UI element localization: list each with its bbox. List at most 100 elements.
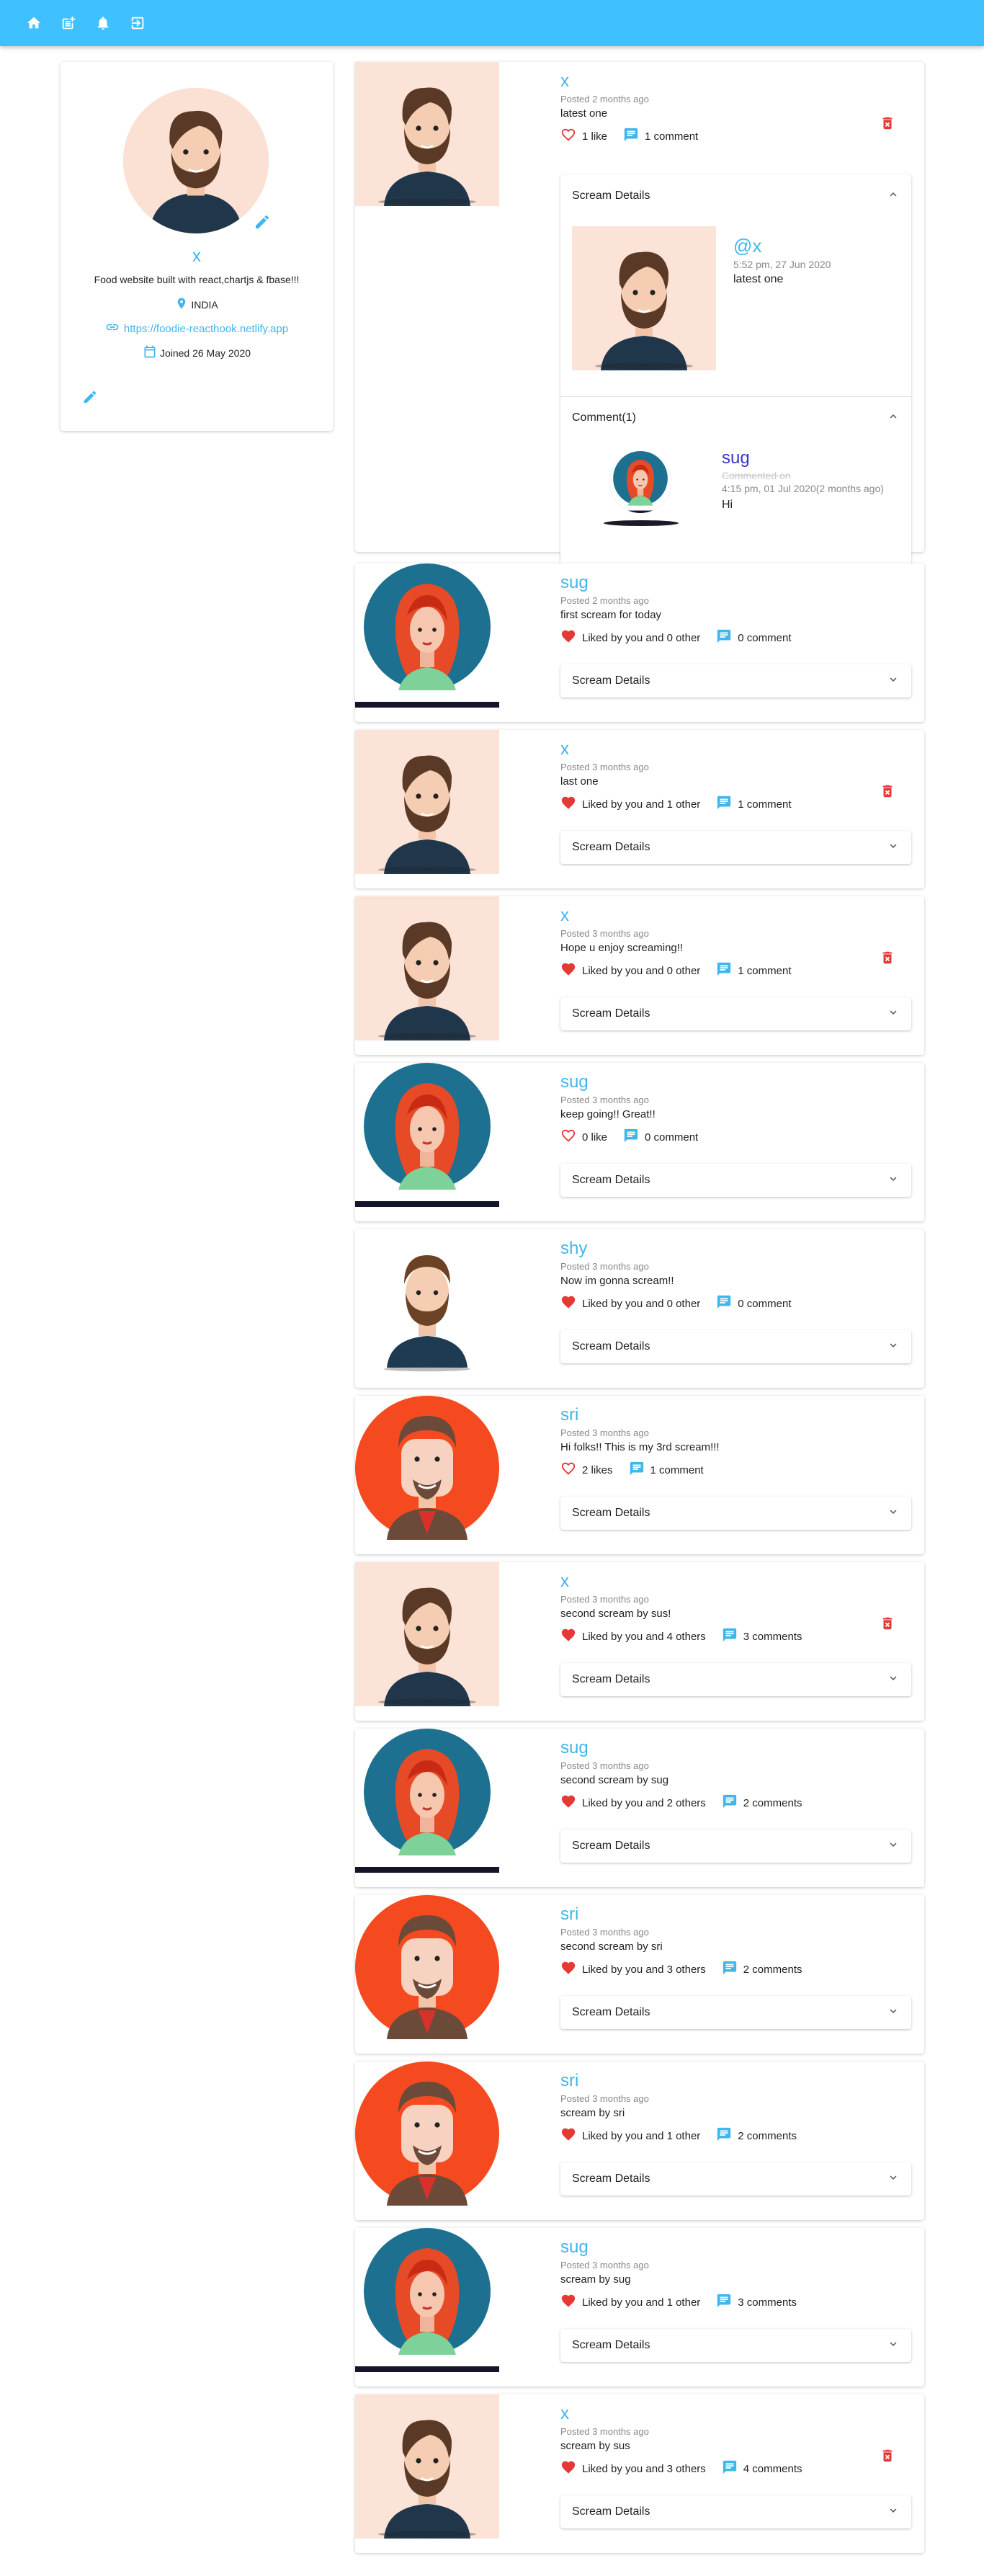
scream-details-toggle[interactable]: Scream Details: [560, 831, 911, 864]
website-link[interactable]: https://foodie-reacthook.netlify.app: [124, 323, 288, 335]
scream-handle[interactable]: sri: [560, 1904, 911, 1925]
chevron-down-icon[interactable]: [887, 2171, 900, 2188]
scream-details-toggle[interactable]: Scream Details: [560, 1330, 911, 1363]
scream-handle[interactable]: sri: [560, 1404, 911, 1426]
chevron-down-icon[interactable]: [887, 2337, 900, 2354]
scream-handle[interactable]: x: [560, 1571, 911, 1592]
scream-handle[interactable]: x: [560, 905, 911, 927]
scream-avatar[interactable]: [355, 2062, 499, 2206]
comment-count: 0 comment: [738, 631, 792, 644]
scream-avatar[interactable]: [355, 1063, 499, 1207]
scream-body: second scream by sri: [560, 1940, 663, 1953]
commenter-handle[interactable]: sug: [722, 448, 884, 468]
scream-avatar[interactable]: [355, 1895, 499, 2039]
heart-outline-icon[interactable]: [560, 127, 576, 146]
delete-icon[interactable]: [880, 783, 895, 799]
comment-icon[interactable]: [716, 2293, 732, 2312]
edit-photo-icon[interactable]: [254, 213, 272, 232]
scream-details-toggle[interactable]: Scream Details: [560, 1663, 911, 1696]
chevron-down-icon[interactable]: [887, 839, 900, 856]
scream-details-toggle[interactable]: Scream Details: [560, 2162, 911, 2196]
heart-outline-icon[interactable]: [560, 1461, 576, 1479]
heart-filled-icon[interactable]: [560, 961, 576, 980]
scream-avatar[interactable]: [355, 1562, 499, 1706]
scream-avatar[interactable]: [355, 1396, 499, 1540]
heart-filled-icon[interactable]: [560, 1627, 576, 1646]
scream-handle[interactable]: x: [560, 2403, 911, 2425]
scream-details-toggle[interactable]: Scream Details: [560, 2495, 911, 2528]
scream-handle[interactable]: x: [560, 71, 911, 92]
edit-details-icon[interactable]: [82, 389, 99, 406]
heart-filled-icon[interactable]: [560, 2459, 576, 2478]
commenter-avatar[interactable]: [609, 451, 671, 513]
scream-details-toggle[interactable]: Scream Details: [560, 1497, 911, 1530]
comment-icon[interactable]: [623, 127, 639, 146]
scream-details-toggle[interactable]: Scream Details: [560, 664, 911, 698]
chevron-down-icon[interactable]: [887, 1006, 900, 1022]
scream-details-toggle[interactable]: Scream Details: [560, 1830, 911, 1863]
comment-icon[interactable]: [716, 961, 732, 980]
chevron-down-icon[interactable]: [887, 2005, 900, 2021]
comment-icon[interactable]: [629, 1461, 645, 1479]
scream-avatar[interactable]: [355, 563, 499, 708]
delete-icon[interactable]: [880, 1615, 895, 1631]
heart-filled-icon[interactable]: [560, 2126, 576, 2145]
scream-details-header[interactable]: Scream Details: [560, 174, 911, 218]
comment-icon[interactable]: [722, 1960, 738, 1979]
heart-filled-icon[interactable]: [560, 795, 576, 814]
post-add-icon[interactable]: [61, 15, 76, 31]
scream-details-toggle[interactable]: Scream Details: [560, 997, 911, 1030]
comment-icon[interactable]: [716, 628, 732, 647]
chevron-down-icon[interactable]: [887, 2504, 900, 2521]
scream-details-toggle[interactable]: Scream Details: [560, 1164, 911, 1197]
scream-details-toggle[interactable]: Scream Details: [560, 2329, 911, 2362]
scream-handle[interactable]: sri: [560, 2070, 911, 2092]
heart-filled-icon[interactable]: [560, 1294, 576, 1313]
scream-handle[interactable]: sug: [560, 1737, 911, 1759]
scream-avatar[interactable]: [355, 2228, 499, 2372]
scream-handle[interactable]: sug: [560, 1071, 911, 1093]
comment-icon[interactable]: [722, 1793, 738, 1812]
comment-icon[interactable]: [716, 1294, 732, 1313]
delete-icon[interactable]: [880, 2448, 895, 2464]
scream-avatar[interactable]: [355, 730, 499, 874]
scream-avatar[interactable]: [355, 1729, 499, 1873]
chevron-up-icon[interactable]: [887, 410, 900, 427]
details-handle[interactable]: @x: [733, 235, 831, 257]
scream-handle[interactable]: x: [560, 739, 911, 760]
heart-filled-icon[interactable]: [560, 628, 576, 647]
scream-avatar[interactable]: [355, 2394, 499, 2539]
scream-details-toggle[interactable]: Scream Details: [560, 1996, 911, 2029]
scream-handle[interactable]: sug: [560, 572, 911, 594]
chevron-down-icon[interactable]: [887, 1672, 900, 1688]
chevron-down-icon[interactable]: [887, 673, 900, 690]
comment-icon[interactable]: [623, 1128, 639, 1146]
logout-icon[interactable]: [130, 15, 146, 31]
chevron-down-icon[interactable]: [887, 1838, 900, 1855]
heart-filled-icon[interactable]: [560, 2293, 576, 2312]
chevron-down-icon[interactable]: [887, 1505, 900, 1522]
comments-header[interactable]: Comment(1): [560, 402, 911, 434]
heart-outline-icon[interactable]: [560, 1128, 576, 1146]
scream-handle[interactable]: shy: [560, 1238, 911, 1260]
home-icon[interactable]: [26, 15, 42, 31]
scream-avatar[interactable]: [355, 1229, 499, 1373]
scream-avatar[interactable]: [355, 62, 499, 206]
delete-icon[interactable]: [880, 115, 895, 131]
heart-filled-icon[interactable]: [560, 1960, 576, 1979]
notifications-icon[interactable]: [95, 15, 111, 31]
chevron-down-icon[interactable]: [887, 1339, 900, 1355]
profile-handle[interactable]: x: [61, 246, 333, 267]
scream-card: x Posted 3 months ago scream by sus Liked b…: [355, 2394, 924, 2553]
comment-icon[interactable]: [716, 2126, 732, 2145]
comment-icon[interactable]: [722, 1627, 738, 1646]
chevron-up-icon[interactable]: [887, 188, 900, 205]
comment-icon[interactable]: [722, 2459, 738, 2478]
comment-icon[interactable]: [716, 795, 732, 814]
chevron-down-icon[interactable]: [887, 1172, 900, 1189]
scream-avatar[interactable]: [355, 896, 499, 1040]
scream-handle[interactable]: sug: [560, 2237, 911, 2258]
heart-filled-icon[interactable]: [560, 1793, 576, 1812]
profile-website[interactable]: https://foodie-reacthook.netlify.app: [61, 320, 333, 337]
delete-icon[interactable]: [880, 950, 895, 966]
